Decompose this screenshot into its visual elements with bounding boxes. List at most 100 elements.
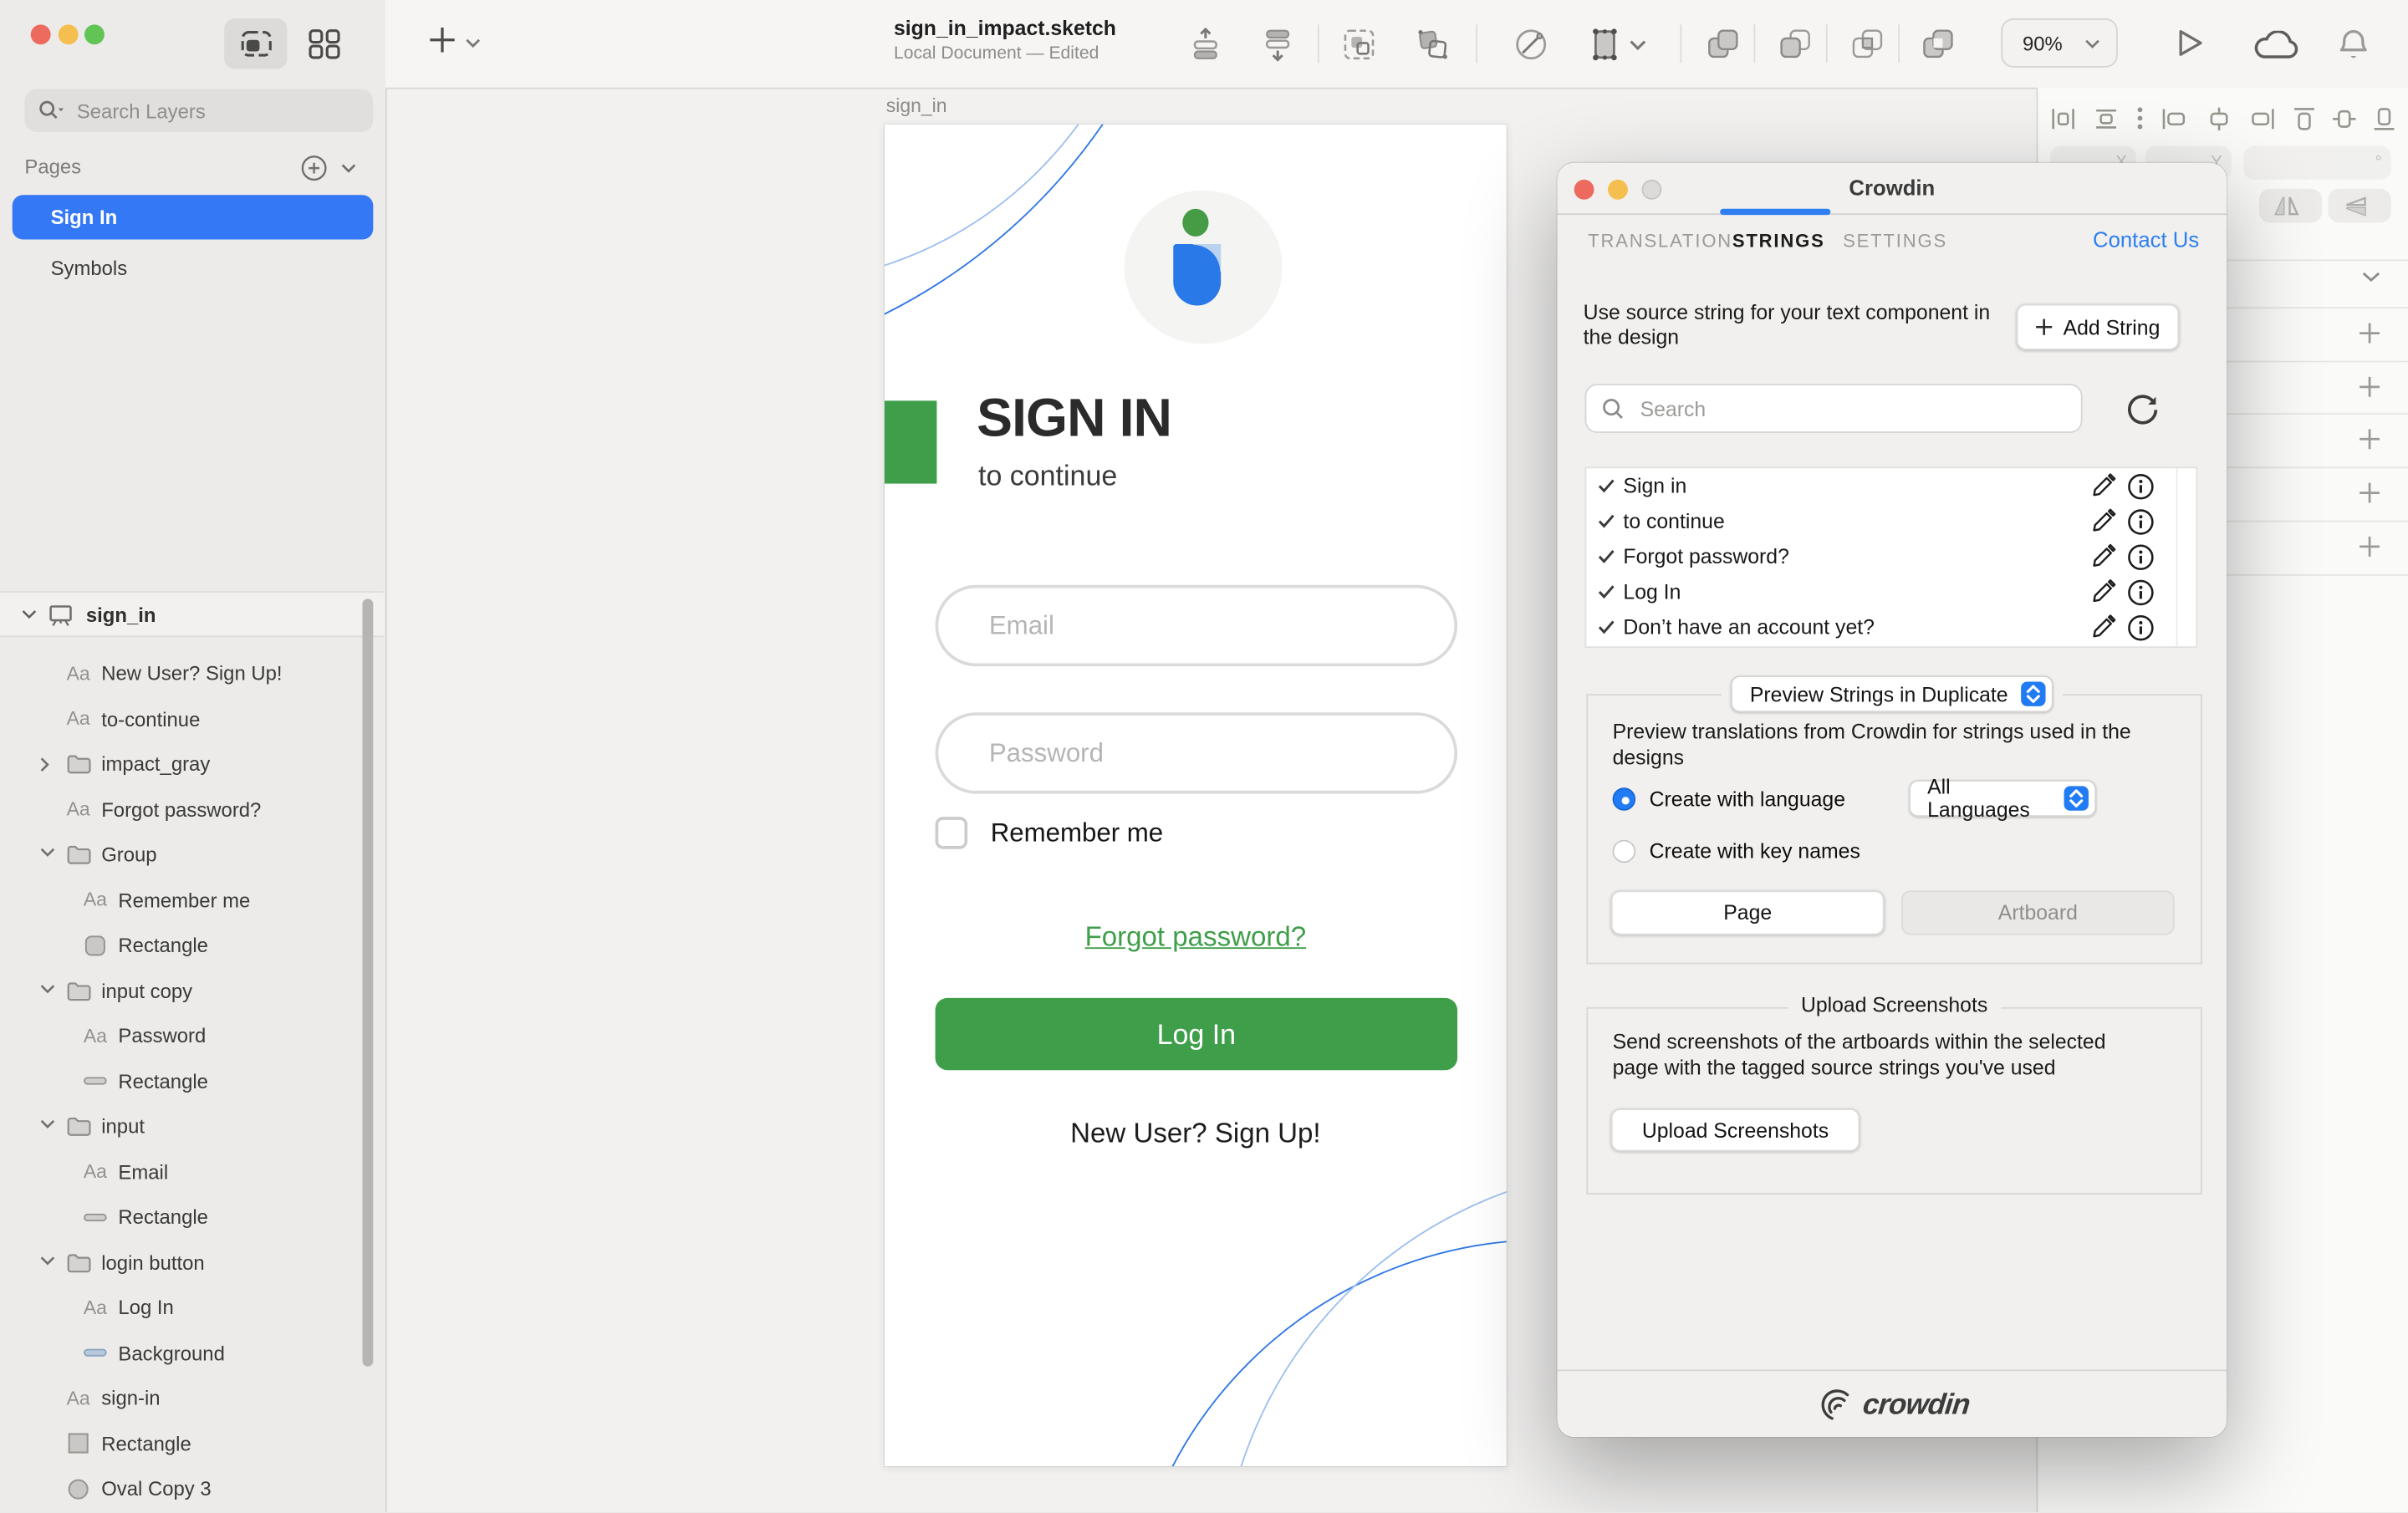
password-field[interactable] xyxy=(936,712,1457,793)
collapse-section-button[interactable] xyxy=(2360,270,2382,284)
layer-search-input[interactable] xyxy=(74,98,341,124)
layer-row[interactable]: AaNew User? Sign Up! xyxy=(0,651,384,696)
string-info-icon[interactable] xyxy=(2127,614,2155,642)
layer-row[interactable]: Rectangle xyxy=(0,1421,384,1466)
source-string-row[interactable]: Log In xyxy=(1586,574,2196,609)
add-string-button[interactable]: Add String xyxy=(2017,304,2180,350)
cloud-sync-button[interactable] xyxy=(2252,31,2303,62)
flip-horizontal-button[interactable] xyxy=(2259,189,2322,222)
string-search-field[interactable] xyxy=(1585,384,2083,433)
chevron-down-icon[interactable] xyxy=(40,983,55,994)
add-blur-button[interactable] xyxy=(2357,534,2381,558)
rotation-field[interactable]: ° xyxy=(2243,145,2390,179)
layer-row[interactable]: Aasign-in xyxy=(0,1376,384,1421)
layer-row[interactable]: Group xyxy=(0,833,384,878)
string-info-icon[interactable] xyxy=(2127,544,2155,572)
collapse-pages-button[interactable] xyxy=(339,163,358,176)
artboard-button[interactable]: Artboard xyxy=(1901,890,2175,935)
preview-button[interactable] xyxy=(2176,28,2206,59)
shape-tool-button[interactable] xyxy=(1084,24,1125,64)
source-string-row[interactable]: Don’t have an account yet? xyxy=(1586,610,2196,645)
layer-row[interactable]: input xyxy=(0,1104,384,1149)
chevron-down-icon[interactable] xyxy=(40,1119,55,1130)
log-in-button[interactable]: Log In xyxy=(936,998,1457,1070)
layer-row[interactable]: Rectangle xyxy=(0,1195,384,1240)
chevron-right-icon[interactable] xyxy=(40,757,51,772)
toggle-layer-list-button[interactable] xyxy=(224,18,287,69)
create-with-language-radio[interactable] xyxy=(1613,787,1636,811)
page-button[interactable]: Page xyxy=(1611,890,1885,935)
source-string-row[interactable]: Sign in xyxy=(1586,468,2196,503)
layer-row[interactable]: AaPassword xyxy=(0,1013,384,1058)
bring-forward-button[interactable] xyxy=(1186,24,1226,64)
edit-string-icon[interactable] xyxy=(2090,579,2116,605)
source-string-row[interactable]: Forgot password? xyxy=(1586,539,2196,574)
layer-row[interactable]: Aato-continue xyxy=(0,696,384,741)
send-backward-button[interactable] xyxy=(1258,24,1298,64)
layer-row[interactable]: Rectangle xyxy=(0,1058,384,1103)
chevron-down-icon[interactable] xyxy=(40,848,55,858)
distribute-vertically-icon[interactable] xyxy=(2093,107,2119,130)
align-top-icon[interactable] xyxy=(2293,105,2317,131)
sign-in-artboard[interactable]: SIGN IN to continue Remember me Forgot p… xyxy=(885,125,1507,1466)
create-with-key-names-radio[interactable] xyxy=(1613,840,1636,863)
align-middle-vertical-icon[interactable] xyxy=(2333,105,2356,131)
contact-us-link[interactable]: Contact Us xyxy=(2093,227,2199,252)
tab-strings[interactable]: STRINGS xyxy=(1732,231,1825,252)
layer-row[interactable]: Background xyxy=(0,1331,384,1376)
string-info-icon[interactable] xyxy=(2127,579,2155,607)
preview-strings-select[interactable]: Preview Strings in Duplicate xyxy=(1732,675,2053,712)
align-bottom-icon[interactable] xyxy=(2373,105,2396,131)
edit-string-icon[interactable] xyxy=(2090,614,2116,640)
layer-row[interactable]: input copy xyxy=(0,968,384,1013)
layer-search-field[interactable] xyxy=(24,89,373,132)
toggle-components-view-button[interactable] xyxy=(293,18,356,69)
distribute-horizontally-icon[interactable] xyxy=(2050,107,2076,130)
add-style-button[interactable] xyxy=(2357,321,2381,345)
zoom-level-control[interactable]: 90% xyxy=(2001,18,2118,68)
forgot-password-link[interactable]: Forgot password? xyxy=(885,921,1507,954)
chevron-down-icon[interactable] xyxy=(40,1256,55,1266)
align-right-icon[interactable] xyxy=(2249,107,2277,130)
layer-row[interactable]: AaEmail xyxy=(0,1149,384,1195)
more-options-icon[interactable] xyxy=(2135,106,2143,130)
layer-row[interactable]: Rectangle xyxy=(0,923,384,968)
sidebar-scrollbar[interactable] xyxy=(362,599,373,1366)
boolean-subtract-button[interactable] xyxy=(1775,24,1815,64)
ungroup-button[interactable] xyxy=(1413,24,1453,64)
artboard-layer-row[interactable]: sign_in xyxy=(0,591,384,637)
tab-translation[interactable]: TRANSLATION xyxy=(1588,231,1732,252)
string-search-input[interactable] xyxy=(1637,395,2028,421)
layer-row[interactable]: AaForgot password? xyxy=(0,787,384,832)
scale-button[interactable] xyxy=(1585,24,1650,64)
align-left-icon[interactable] xyxy=(2161,107,2188,130)
insert-button[interactable] xyxy=(427,20,458,60)
group-button[interactable] xyxy=(1339,24,1380,64)
string-info-icon[interactable] xyxy=(2127,508,2155,536)
boolean-difference-button[interactable] xyxy=(1918,24,1958,64)
remember-me-checkbox[interactable] xyxy=(936,817,968,849)
add-page-button[interactable] xyxy=(301,155,327,181)
boolean-intersect-button[interactable] xyxy=(1848,24,1888,64)
email-field[interactable] xyxy=(936,585,1457,666)
notifications-button[interactable] xyxy=(2338,28,2370,61)
edit-string-icon[interactable] xyxy=(2090,508,2116,534)
edit-string-icon[interactable] xyxy=(2090,544,2116,570)
flip-vertical-button[interactable] xyxy=(2328,189,2390,222)
sidebar-page-symbols[interactable]: Symbols xyxy=(13,246,374,290)
language-select[interactable]: All Languages xyxy=(1909,780,2096,817)
refresh-strings-button[interactable] xyxy=(2122,390,2162,430)
zoom-window-button[interactable] xyxy=(84,24,105,44)
edit-shape-button[interactable] xyxy=(1511,24,1551,64)
artboard-canvas-label[interactable]: sign_in xyxy=(886,95,947,117)
layer-row[interactable]: AaRemember me xyxy=(0,878,384,923)
tab-settings[interactable]: SETTINGS xyxy=(1843,231,1947,252)
sign-up-link[interactable]: New User? Sign Up! xyxy=(885,1118,1507,1150)
string-info-icon[interactable] xyxy=(2127,473,2155,501)
close-window-button[interactable] xyxy=(31,24,51,44)
layer-row[interactable]: AaLog In xyxy=(0,1285,384,1330)
add-fill-button[interactable] xyxy=(2357,374,2381,399)
layer-row[interactable]: Oval Copy 3 xyxy=(0,1466,384,1511)
sidebar-page-sign-in[interactable]: Sign In xyxy=(13,195,374,239)
layer-row[interactable]: impact_gray xyxy=(0,741,384,787)
